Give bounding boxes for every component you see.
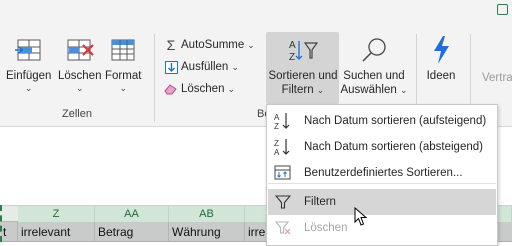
partial-ribbon-label[interactable]: Vertra xyxy=(482,72,512,84)
svg-text:A: A xyxy=(274,113,280,122)
menu-item-clear-filter[interactable]: Löschen xyxy=(268,215,496,241)
insert-cells-label: Einfügen xyxy=(6,70,52,82)
fill-label: Ausfüllen xyxy=(181,61,229,73)
magnifier-icon xyxy=(357,34,391,66)
find-select-label-line2: Auswählen ⌄ xyxy=(340,84,408,96)
insert-cells-button[interactable]: Einfügen ⌄ xyxy=(6,34,51,93)
find-select-button[interactable]: Suchen und Auswählen ⌄ xyxy=(340,34,408,97)
sigma-icon: Σ xyxy=(166,37,176,53)
chevron-down-icon: ⌄ xyxy=(247,40,255,50)
insert-cells-icon xyxy=(12,34,46,66)
sort-ascending-icon: A Z xyxy=(268,108,298,134)
table-cell[interactable]: Betrag xyxy=(95,222,169,242)
table-cell[interactable]: Währung xyxy=(169,222,245,242)
svg-text:Z: Z xyxy=(274,122,279,131)
sort-filter-label-line1: Sortieren und xyxy=(268,70,338,82)
clear-filter-icon xyxy=(268,215,298,241)
delete-cells-label: Löschen xyxy=(58,70,102,82)
ideas-label: Ideen xyxy=(426,70,456,82)
menu-item-label: Nach Datum sortieren (absteigend) xyxy=(304,141,483,153)
svg-text:Z: Z xyxy=(289,52,295,63)
column-header[interactable]: AA xyxy=(95,206,169,222)
ribbon-top-strip xyxy=(0,0,512,28)
chevron-down-icon: ⌄ xyxy=(231,62,239,72)
column-header[interactable]: AB xyxy=(169,206,245,222)
delete-cells-icon xyxy=(63,34,97,66)
chevron-down-icon: ⌄ xyxy=(75,83,84,93)
window-control-icon[interactable] xyxy=(497,4,508,15)
menu-item-label: Löschen xyxy=(304,222,348,234)
menu-item-label: Nach Datum sortieren (aufsteigend) xyxy=(304,115,487,127)
sort-filter-label-line2: Filtern ⌄ xyxy=(281,84,325,96)
format-cells-icon xyxy=(106,34,140,66)
sort-filter-button[interactable]: A Z Sortieren und Filtern ⌄ xyxy=(268,34,338,97)
table-cell[interactable]: irrelevant xyxy=(18,222,95,242)
find-select-label-line1: Suchen und xyxy=(343,70,405,82)
svg-text:A: A xyxy=(289,40,296,51)
svg-text:Z: Z xyxy=(274,139,279,148)
column-header[interactable]: Z xyxy=(18,206,95,222)
group-divider xyxy=(154,34,155,122)
autosum-button[interactable]: Σ AutoSumme ⌄ xyxy=(164,37,255,53)
svg-text:A: A xyxy=(274,148,280,157)
sort-filter-icon: A Z xyxy=(286,34,320,66)
menu-item-label: Filtern xyxy=(304,196,336,208)
ideas-button[interactable]: Ideen xyxy=(424,34,458,83)
menu-divider xyxy=(268,183,496,184)
menu-item-sort-ascending[interactable]: A Z Nach Datum sortieren (aufsteigend) xyxy=(268,108,496,134)
autosum-label: AutoSumme xyxy=(181,39,245,51)
menu-item-filter[interactable]: Filtern xyxy=(268,189,496,215)
cells-group-label: Zellen xyxy=(62,108,92,120)
sort-descending-icon: Z A xyxy=(268,134,298,160)
sort-filter-menu: A Z Nach Datum sortieren (aufsteigend) Z… xyxy=(266,104,498,246)
clear-label: Löschen xyxy=(181,83,225,95)
menu-item-sort-descending[interactable]: Z A Nach Datum sortieren (absteigend) xyxy=(268,134,496,160)
clear-button[interactable]: Löschen ⌄ xyxy=(164,82,235,96)
delete-cells-button[interactable]: Löschen ⌄ xyxy=(58,34,101,93)
eraser-icon xyxy=(164,82,178,96)
mouse-pointer-icon xyxy=(354,206,368,232)
chevron-down-icon: ⌄ xyxy=(227,84,236,94)
menu-item-label: Benutzerdefiniertes Sortieren... xyxy=(304,167,463,179)
chevron-down-icon: ⌄ xyxy=(119,83,127,93)
format-cells-button[interactable]: Format ⌄ xyxy=(105,34,141,93)
selection-border xyxy=(0,205,18,242)
fill-button[interactable]: Ausfüllen ⌄ xyxy=(164,60,239,74)
filter-icon xyxy=(268,189,298,215)
chevron-down-icon: ⌄ xyxy=(24,83,33,93)
fill-down-icon xyxy=(164,60,178,74)
lightning-icon xyxy=(424,34,458,66)
format-cells-label: Format xyxy=(105,70,142,82)
